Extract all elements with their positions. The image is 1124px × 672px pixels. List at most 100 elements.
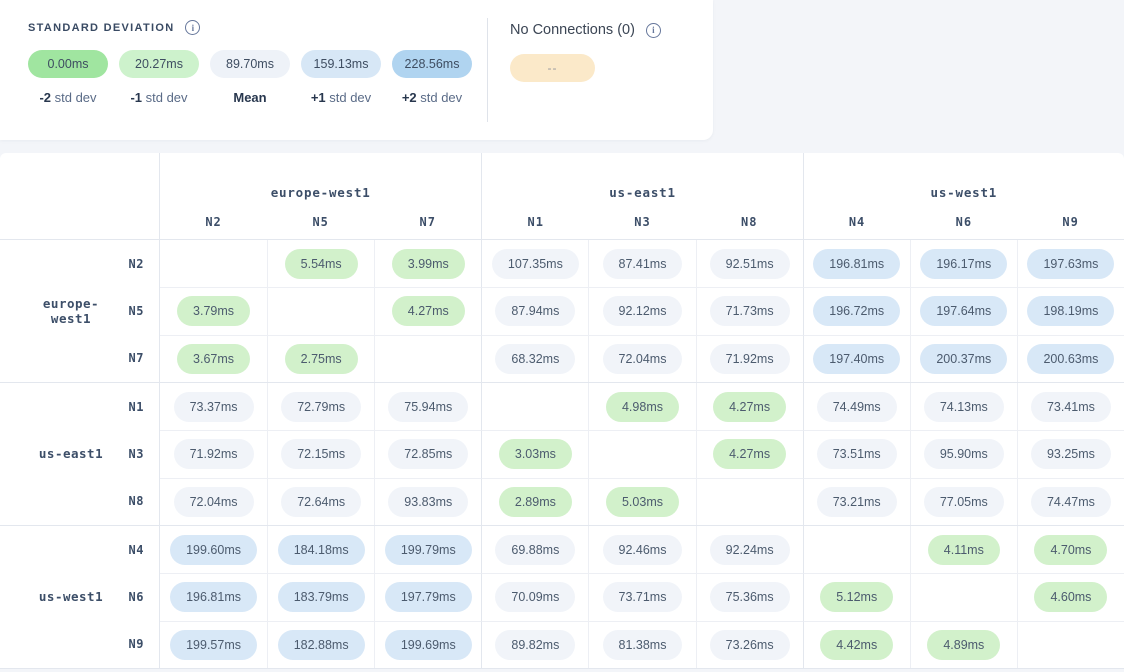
latency-pill[interactable]: 92.46ms [603,535,683,565]
matrix-row-N5: europe-west1N53.79ms4.27ms87.94ms92.12ms… [0,287,1124,334]
matrix-header: europe-west1N2N5N7us-east1N1N3N8us-west1… [0,153,1124,240]
latency-pill[interactable]: 73.51ms [817,439,897,469]
latency-pill[interactable]: 3.79ms [177,296,250,326]
latency-pill[interactable]: 182.88ms [278,630,365,660]
latency-pill[interactable]: 197.64ms [920,296,1007,326]
latency-pill[interactable]: 89.82ms [495,630,575,660]
latency-pill[interactable]: 81.38ms [603,630,683,660]
row-label-cell: N9 [0,621,160,668]
latency-pill[interactable]: 69.88ms [495,535,575,565]
latency-pill[interactable]: 87.41ms [603,249,683,279]
column-region-title: europe-west1 [160,185,481,200]
latency-pill[interactable]: 196.72ms [813,296,900,326]
latency-pill[interactable]: 199.57ms [170,630,257,660]
matrix-cell [588,430,695,477]
matrix-cell [160,240,267,287]
latency-pill[interactable]: 70.09ms [495,582,575,612]
latency-pill[interactable]: 3.03ms [499,439,572,469]
latency-pill[interactable]: 73.26ms [710,630,790,660]
matrix-cell: 75.36ms [696,573,803,620]
latency-pill[interactable]: 5.12ms [820,582,893,612]
latency-pill[interactable]: 73.37ms [174,392,254,422]
latency-pill[interactable]: 196.81ms [813,249,900,279]
latency-pill[interactable]: 184.18ms [278,535,365,565]
matrix-cell: 196.81ms [160,573,267,620]
latency-pill[interactable]: 92.51ms [710,249,790,279]
latency-pill[interactable]: 73.41ms [1031,392,1111,422]
latency-pill[interactable]: 200.37ms [920,344,1007,374]
latency-pill[interactable]: 71.73ms [710,296,790,326]
info-icon[interactable]: i [646,23,661,38]
latency-pill[interactable]: 4.27ms [392,296,465,326]
column-header-N7: N7 [374,215,481,229]
column-node-row: N2N5N7 [160,215,481,229]
latency-pill[interactable]: 199.60ms [170,535,257,565]
matrix-cell: 87.41ms [588,240,695,287]
matrix-row-N6: us-west1N6196.81ms183.79ms197.79ms70.09m… [0,573,1124,620]
latency-pill[interactable]: 87.94ms [495,296,575,326]
row-label-cell: N2 [0,240,160,287]
column-region-title: us-east1 [482,185,802,200]
latency-pill[interactable]: 196.81ms [170,582,257,612]
matrix-cell [267,287,374,334]
matrix-cell: 199.69ms [374,621,481,668]
latency-pill[interactable]: 68.32ms [495,344,575,374]
latency-pill[interactable]: 92.12ms [603,296,683,326]
latency-pill[interactable]: 3.99ms [392,249,465,279]
column-header-N9: N9 [1017,215,1124,229]
latency-pill[interactable]: 74.47ms [1031,487,1111,517]
latency-pill[interactable]: 4.89ms [927,630,1000,660]
latency-pill[interactable]: 107.35ms [492,249,579,279]
latency-pill[interactable]: 183.79ms [278,582,365,612]
latency-pill[interactable]: 197.40ms [813,344,900,374]
latency-pill[interactable]: 3.67ms [177,344,250,374]
latency-pill[interactable]: 196.17ms [920,249,1007,279]
latency-pill[interactable]: 77.05ms [924,487,1004,517]
latency-pill[interactable]: 4.27ms [713,392,786,422]
latency-pill[interactable]: 72.04ms [603,344,683,374]
latency-pill[interactable]: 4.11ms [928,535,1000,565]
latency-pill[interactable]: 197.63ms [1027,249,1114,279]
latency-pill[interactable]: 200.63ms [1027,344,1114,374]
latency-pill[interactable]: 72.15ms [281,439,361,469]
matrix-cell: 73.37ms [160,383,267,430]
latency-pill[interactable]: 92.24ms [710,535,790,565]
legend-label-row: -2 std dev-1 std devMean+1 std dev+2 std… [28,90,472,105]
latency-pill[interactable]: 72.64ms [281,487,361,517]
latency-pill[interactable]: 93.25ms [1031,439,1111,469]
latency-pill[interactable]: 95.90ms [924,439,1004,469]
latency-pill[interactable]: 75.94ms [388,392,468,422]
latency-pill[interactable]: 72.85ms [388,439,468,469]
latency-pill[interactable]: 75.36ms [710,582,790,612]
matrix-cell: 70.09ms [481,573,588,620]
matrix-cell: 2.89ms [481,478,588,525]
row-label-cell: N8 [0,478,160,525]
latency-pill[interactable]: 72.04ms [174,487,254,517]
latency-pill[interactable]: 4.70ms [1034,535,1107,565]
latency-pill[interactable]: 5.54ms [285,249,358,279]
info-icon[interactable]: i [185,20,200,35]
matrix-cell: 77.05ms [910,478,1017,525]
latency-pill[interactable]: 4.98ms [606,392,679,422]
latency-pill[interactable]: 5.03ms [606,487,679,517]
latency-pill[interactable]: 74.49ms [817,392,897,422]
latency-pill[interactable]: 197.79ms [385,582,472,612]
latency-pill[interactable]: 71.92ms [174,439,254,469]
latency-pill[interactable]: 198.19ms [1027,296,1114,326]
latency-pill[interactable]: 2.89ms [499,487,572,517]
latency-pill[interactable]: 199.69ms [385,630,472,660]
latency-pill[interactable]: 73.71ms [603,582,683,612]
latency-pill[interactable]: 71.92ms [710,344,790,374]
latency-pill[interactable]: 4.27ms [713,439,786,469]
latency-pill[interactable]: 4.42ms [820,630,893,660]
latency-pill[interactable]: 199.79ms [385,535,472,565]
latency-pill[interactable]: 4.60ms [1034,582,1107,612]
latency-pill[interactable]: 72.79ms [281,392,361,422]
matrix-row-N8: N8 72.04ms 72.64ms 93.83ms 2.89ms 5.03ms 73.21… [0,478,1124,525]
latency-pill[interactable]: 93.83ms [388,487,468,517]
legend-label-prefix: +2 [402,90,417,105]
column-group-us-east1: us-east1N1N3N8 [481,153,802,239]
latency-pill[interactable]: 74.13ms [924,392,1004,422]
latency-pill[interactable]: 2.75ms [285,344,358,374]
latency-pill[interactable]: 73.21ms [817,487,897,517]
